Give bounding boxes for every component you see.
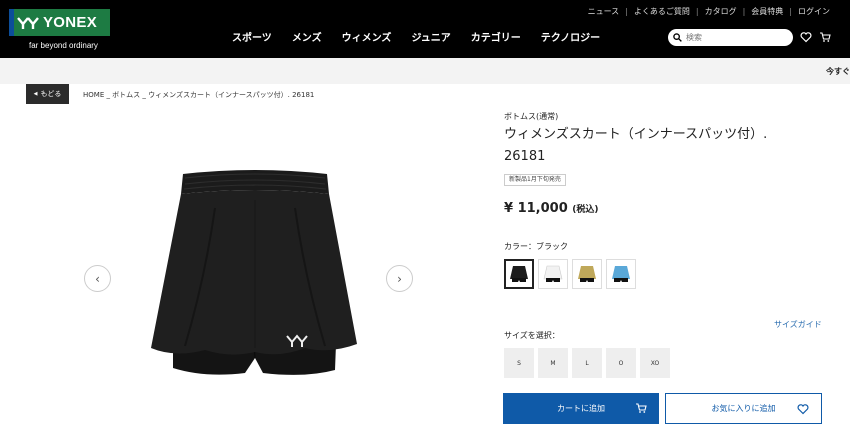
nav-item-technology[interactable]: テクノロジー xyxy=(541,29,600,44)
search-box xyxy=(668,29,793,46)
back-button[interactable]: ◀ もどる xyxy=(26,84,69,104)
nav-item-sports[interactable]: スポーツ xyxy=(232,29,272,44)
heart-icon[interactable] xyxy=(800,31,812,43)
size-m[interactable]: M xyxy=(538,348,568,378)
nav-item-junior[interactable]: ジュニア xyxy=(411,29,450,44)
product-title-line1: ウィメンズスカート（インナースパッツ付）. xyxy=(504,127,768,142)
prev-image-button[interactable]: ‹ xyxy=(84,265,111,292)
search-icon xyxy=(673,33,682,42)
site-header: YONEX far beyond ordinary ニュース | よくあるご質問 |… xyxy=(0,0,850,58)
brand-tagline: far beyond ordinary xyxy=(29,41,98,50)
search-input[interactable] xyxy=(686,33,782,42)
product-price: ¥ 11,000 (税込) xyxy=(504,201,599,216)
yonex-logo[interactable]: YONEX xyxy=(9,9,110,36)
cart-icon[interactable] xyxy=(819,31,831,43)
size-xo[interactable]: XO xyxy=(640,348,670,378)
add-to-cart-label: カートに追加 xyxy=(557,404,605,413)
chevron-right-icon: › xyxy=(397,271,402,286)
breadcrumb[interactable]: HOME _ ボトムス _ ウィメンズスカート（インナースパッツ付）. 2618… xyxy=(83,90,314,100)
cart-icon xyxy=(636,403,647,413)
logo-text: YONEX xyxy=(43,14,98,31)
add-to-cart-button[interactable]: カートに追加 xyxy=(503,393,659,424)
chevron-left-icon: ‹ xyxy=(95,271,100,286)
product-image xyxy=(151,170,357,375)
release-badge: 新製品1月下旬発売 xyxy=(504,174,566,186)
swatch-gold[interactable] xyxy=(572,259,602,289)
nav-item-category[interactable]: カテゴリー xyxy=(471,29,521,44)
heart-icon xyxy=(797,404,809,415)
size-guide-link[interactable]: サイズガイド xyxy=(774,319,822,330)
util-link-news[interactable]: ニュース xyxy=(588,6,620,17)
size-options: S M L O XO xyxy=(504,348,670,378)
product-title: ウィメンズスカート（インナースパッツ付）. 26181 xyxy=(504,124,804,168)
swatch-blue[interactable] xyxy=(606,259,636,289)
swatch-gold-skirt-icon xyxy=(578,266,596,282)
util-link-member[interactable]: 会員特典 xyxy=(751,6,783,17)
nav-item-mens[interactable]: メンズ xyxy=(292,29,322,44)
swatch-black[interactable] xyxy=(504,259,534,289)
tax-note: (税込) xyxy=(572,205,599,215)
util-link-faq[interactable]: よくあるご質問 xyxy=(634,6,690,17)
announcement-text[interactable]: 今すぐ xyxy=(826,66,850,77)
swatch-black-skirt-icon xyxy=(510,266,528,282)
size-s[interactable]: S xyxy=(504,348,534,378)
swatch-white[interactable] xyxy=(538,259,568,289)
swatch-blue-skirt-icon xyxy=(612,266,630,282)
next-image-button[interactable]: › xyxy=(386,265,413,292)
util-link-login[interactable]: ログイン xyxy=(798,6,830,17)
size-o[interactable]: O xyxy=(606,348,636,378)
utility-nav: ニュース | よくあるご質問 | カタログ | 会員特典 | ログイン xyxy=(587,6,830,17)
size-l[interactable]: L xyxy=(572,348,602,378)
size-label: サイズを選択： xyxy=(504,331,560,340)
util-link-catalog[interactable]: カタログ xyxy=(705,6,737,17)
color-label: カラー：ブラック xyxy=(504,242,568,251)
product-title-line2: 26181 xyxy=(504,149,546,164)
back-arrow-icon: ◀ xyxy=(33,91,38,97)
main-nav: スポーツ メンズ ウィメンズ ジュニア カテゴリー テクノロジー xyxy=(232,29,600,44)
add-to-favorite-label: お気に入りに追加 xyxy=(711,404,776,413)
product-category: ボトムス(通常) xyxy=(504,112,559,121)
announcement-strip: 今すぐ xyxy=(0,58,850,84)
price-value: ¥ 11,000 xyxy=(504,201,568,216)
color-swatches xyxy=(504,259,636,289)
add-to-favorite-button[interactable]: お気に入りに追加 xyxy=(665,393,822,424)
back-label: もどる xyxy=(40,90,62,98)
nav-item-womens[interactable]: ウィメンズ xyxy=(342,29,392,44)
yonex-mark-icon xyxy=(17,16,39,30)
swatch-white-skirt-icon xyxy=(543,265,563,282)
